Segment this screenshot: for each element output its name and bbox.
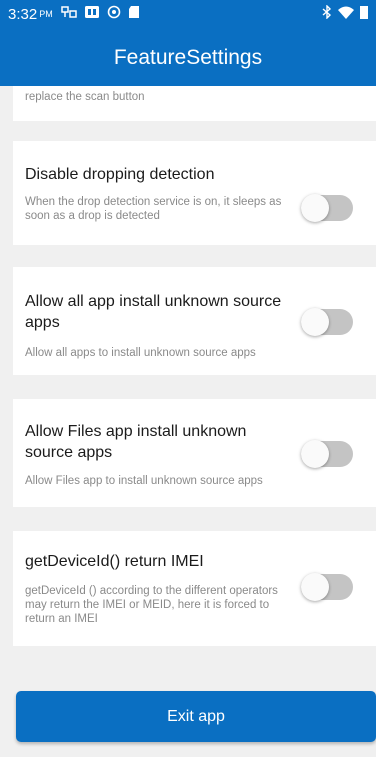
setting-description: Allow all apps to install unknown source… (25, 347, 256, 359)
allow-files-app-switch[interactable] (301, 440, 353, 468)
app-bar: 3:32 PM FeatureSettings (0, 0, 376, 86)
app-notification-icon (60, 5, 77, 23)
dropping-detection-switch[interactable] (301, 194, 353, 222)
setting-title: Allow all app install unknown source app… (25, 293, 282, 331)
status-ampm: PM (39, 9, 53, 19)
setting-title: Disable dropping detection (25, 166, 215, 183)
battery-icon (360, 5, 368, 23)
setting-card-allow-all-apps: Allow all app install unknown source app… (13, 267, 376, 375)
setting-description: Allow Files app to install unknown sourc… (25, 475, 263, 487)
setting-card-dropping-detection: Disable dropping detection When the drop… (13, 141, 376, 245)
setting-description: When the drop detection service is on, i… (25, 196, 282, 222)
page-title: FeatureSettings (113, 46, 263, 69)
bluetooth-icon (322, 4, 332, 23)
switch-knob (301, 573, 329, 601)
switch-knob (301, 308, 329, 336)
switch-knob (301, 440, 329, 468)
status-bar: 3:32 PM (0, 0, 376, 28)
setting-card-scan-button: replace the scan button (13, 86, 376, 121)
setting-description: getDeviceId () according to the differen… (25, 585, 278, 625)
wifi-icon (338, 6, 354, 23)
allow-all-apps-switch[interactable] (301, 308, 353, 336)
status-time: 3:32 (8, 5, 38, 23)
grid-app-icon (84, 5, 100, 23)
setting-card-device-id-imei: getDeviceId() return IMEI getDeviceId ()… (13, 531, 376, 646)
sync-icon (107, 5, 121, 23)
device-id-imei-switch[interactable] (301, 573, 353, 601)
switch-knob (301, 194, 329, 222)
exit-app-button[interactable]: Exit app (16, 691, 376, 742)
sd-card-icon (128, 5, 140, 23)
setting-description: replace the scan button (25, 91, 145, 103)
setting-card-allow-files-app: Allow Files app install unknown source a… (13, 399, 376, 507)
setting-title: Allow Files app install unknown source a… (25, 423, 247, 461)
setting-title: getDeviceId() return IMEI (25, 553, 204, 570)
